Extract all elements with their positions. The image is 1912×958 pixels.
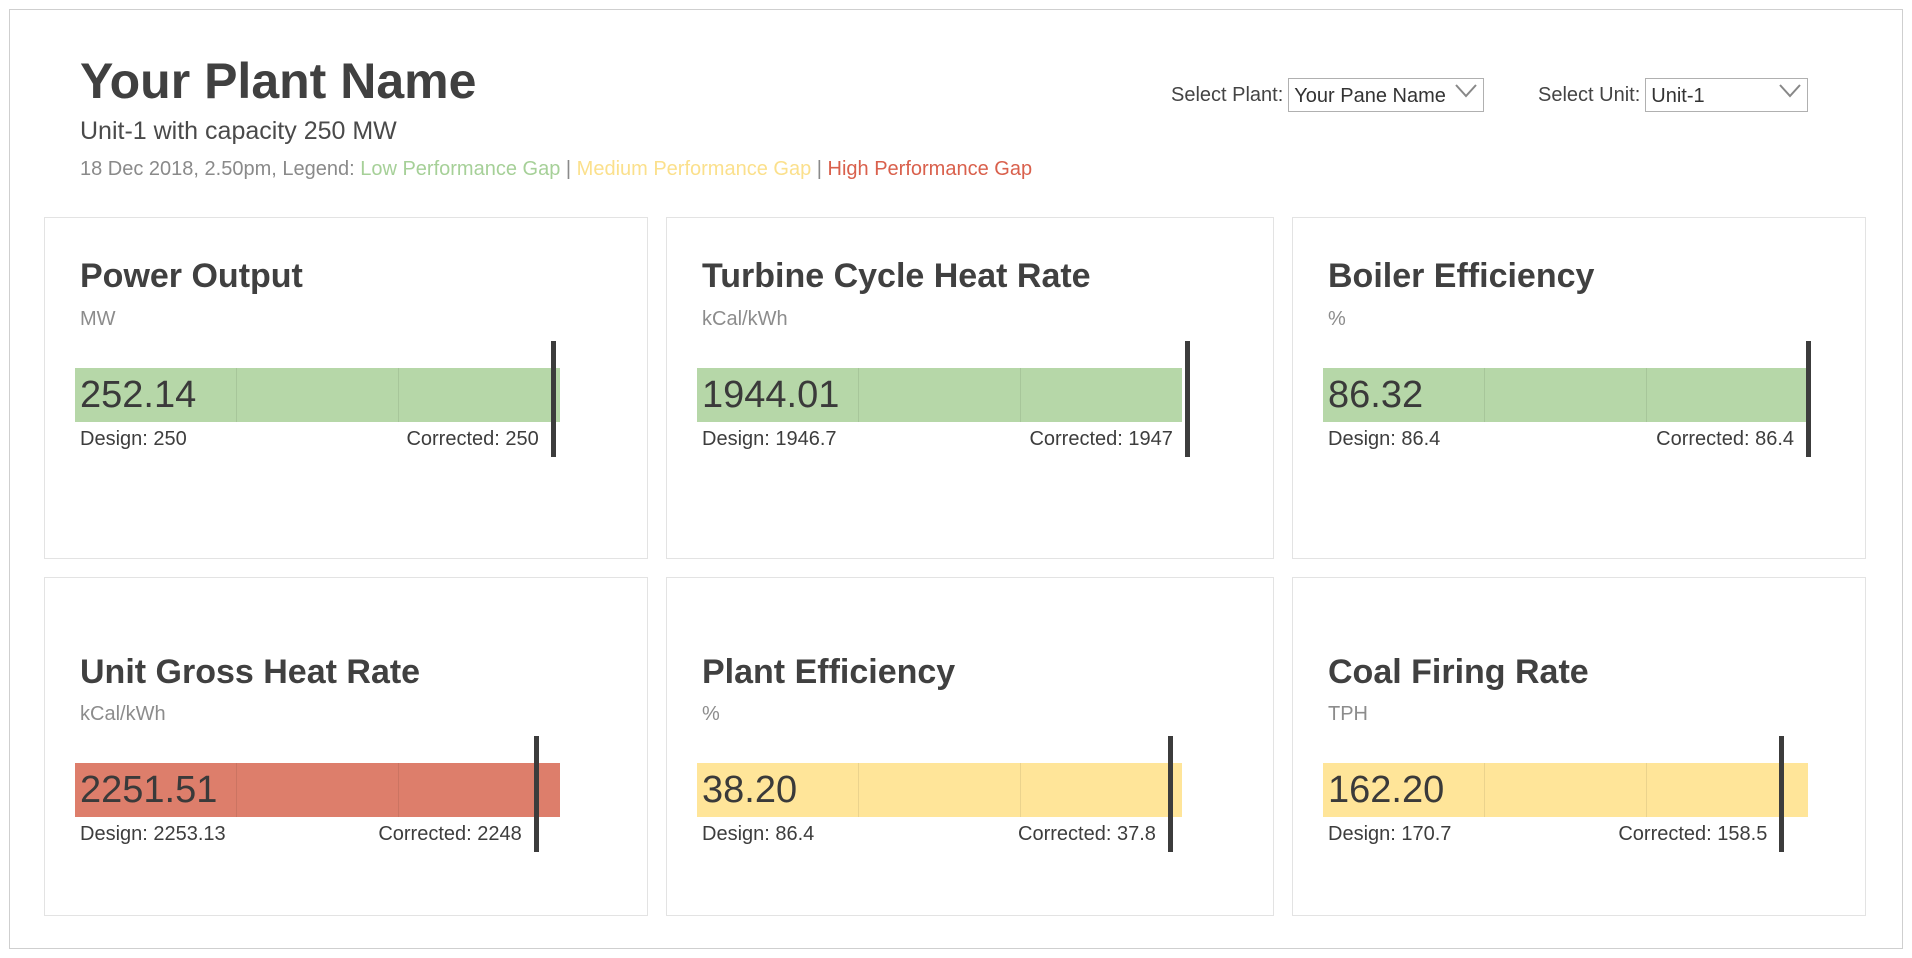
bar-gridline [858,763,859,817]
kpi-card: Coal Firing Rate TPH 162.20 Design: 170.… [1292,577,1866,916]
kpi-card: Unit Gross Heat Rate kCal/kWh 2251.51 De… [44,577,648,916]
kpi-card: Plant Efficiency % 38.20 Design: 86.4 Co… [666,577,1274,916]
bar-gridline [236,763,237,817]
corrected-target-marker [550,341,556,457]
kpi-corrected-value: Corrected: 250 [406,428,539,450]
kpi-bar: 162.20 [1323,763,1808,817]
kpi-value: 252.14 [80,374,197,416]
kpi-unit: kCal/kWh [702,308,788,330]
unit-select-dropdown[interactable]: Unit-1 [1645,78,1809,112]
kpi-bar: 2251.51 [75,763,560,817]
plant-select-value: Your Pane Name [1294,85,1446,107]
kpi-design-value: Design: 2253.13 [80,823,226,845]
kpi-design-value: Design: 86.4 [702,823,815,845]
plant-select-label: Select Plant: [1171,83,1284,106]
kpi-design-value: Design: 250 [80,428,187,450]
kpi-title: Unit Gross Heat Rate [80,653,421,691]
plant-selector: Select Plant: Your Pane Name [1171,78,1485,112]
corrected-target-marker [1184,341,1190,457]
kpi-value: 38.20 [702,769,798,811]
bar-gridline [1484,763,1485,817]
kpi-design-value: Design: 86.4 [1328,428,1441,450]
timestamp-legend-label: 18 Dec 2018, 2.50pm, Legend: [80,158,355,180]
legend: 18 Dec 2018, 2.50pm, Legend: Low Perform… [80,158,1032,181]
bar-gridline [1646,368,1647,422]
kpi-unit: MW [80,308,116,330]
kpi-value: 162.20 [1328,769,1445,811]
kpi-title: Power Output [80,257,303,295]
kpi-bar: 252.14 [75,368,560,422]
bar-gridline [236,368,237,422]
kpi-unit: % [1328,308,1346,330]
bar-gridline [1484,368,1485,422]
corrected-target-marker [533,736,539,852]
kpi-title: Coal Firing Rate [1328,653,1589,691]
kpi-corrected-value: Corrected: 86.4 [1656,428,1794,450]
kpi-design-value: Design: 170.7 [1328,823,1452,845]
bar-gridline [398,368,399,422]
kpi-card: Boiler Efficiency % 86.32 Design: 86.4 C… [1292,217,1866,559]
unit-selector: Select Unit: Unit-1 [1538,78,1809,112]
chevron-down-icon [1455,84,1478,98]
kpi-unit: kCal/kWh [80,703,166,725]
kpi-design-value: Design: 1946.7 [702,428,837,450]
kpi-title: Turbine Cycle Heat Rate [702,257,1091,295]
kpi-bar: 1944.01 [697,368,1182,422]
corrected-target-marker [1167,736,1173,852]
legend-separator: | [565,158,572,180]
bar-gridline [1020,368,1021,422]
bar-gridline [398,763,399,817]
unit-capacity-subtitle: Unit-1 with capacity 250 MW [80,117,397,145]
kpi-corrected-value: Corrected: 37.8 [1018,823,1156,845]
chevron-down-icon [1779,84,1802,98]
bar-gridline [858,368,859,422]
legend-high: High Performance Gap [827,158,1033,180]
kpi-corrected-value: Corrected: 2248 [378,823,522,845]
unit-select-label: Select Unit: [1538,83,1641,106]
kpi-unit: % [702,703,720,725]
corrected-target-marker [1806,341,1811,457]
kpi-title: Boiler Efficiency [1328,257,1595,295]
corrected-target-marker [1779,736,1785,852]
bar-gridline [1020,763,1021,817]
legend-medium: Medium Performance Gap [576,158,812,180]
legend-separator: | [816,158,822,180]
kpi-title: Plant Efficiency [702,653,956,691]
bar-gridline [1646,763,1647,817]
kpi-corrected-value: Corrected: 158.5 [1618,823,1768,845]
plant-select-dropdown[interactable]: Your Pane Name [1288,78,1485,112]
kpi-card: Power Output MW 252.14 Design: 250 Corre… [44,217,648,559]
page-title: Your Plant Name [80,53,477,109]
kpi-value: 1944.01 [702,374,840,416]
kpi-bar: 38.20 [697,763,1182,817]
unit-select-value: Unit-1 [1651,85,1705,107]
kpi-value: 2251.51 [80,769,218,811]
legend-low: Low Performance Gap [360,158,561,180]
kpi-card: Turbine Cycle Heat Rate kCal/kWh 1944.01… [666,217,1274,559]
kpi-bar: 86.32 [1323,368,1808,422]
kpi-corrected-value: Corrected: 1947 [1029,428,1173,450]
kpi-value: 86.32 [1328,374,1424,416]
kpi-unit: TPH [1328,703,1368,725]
